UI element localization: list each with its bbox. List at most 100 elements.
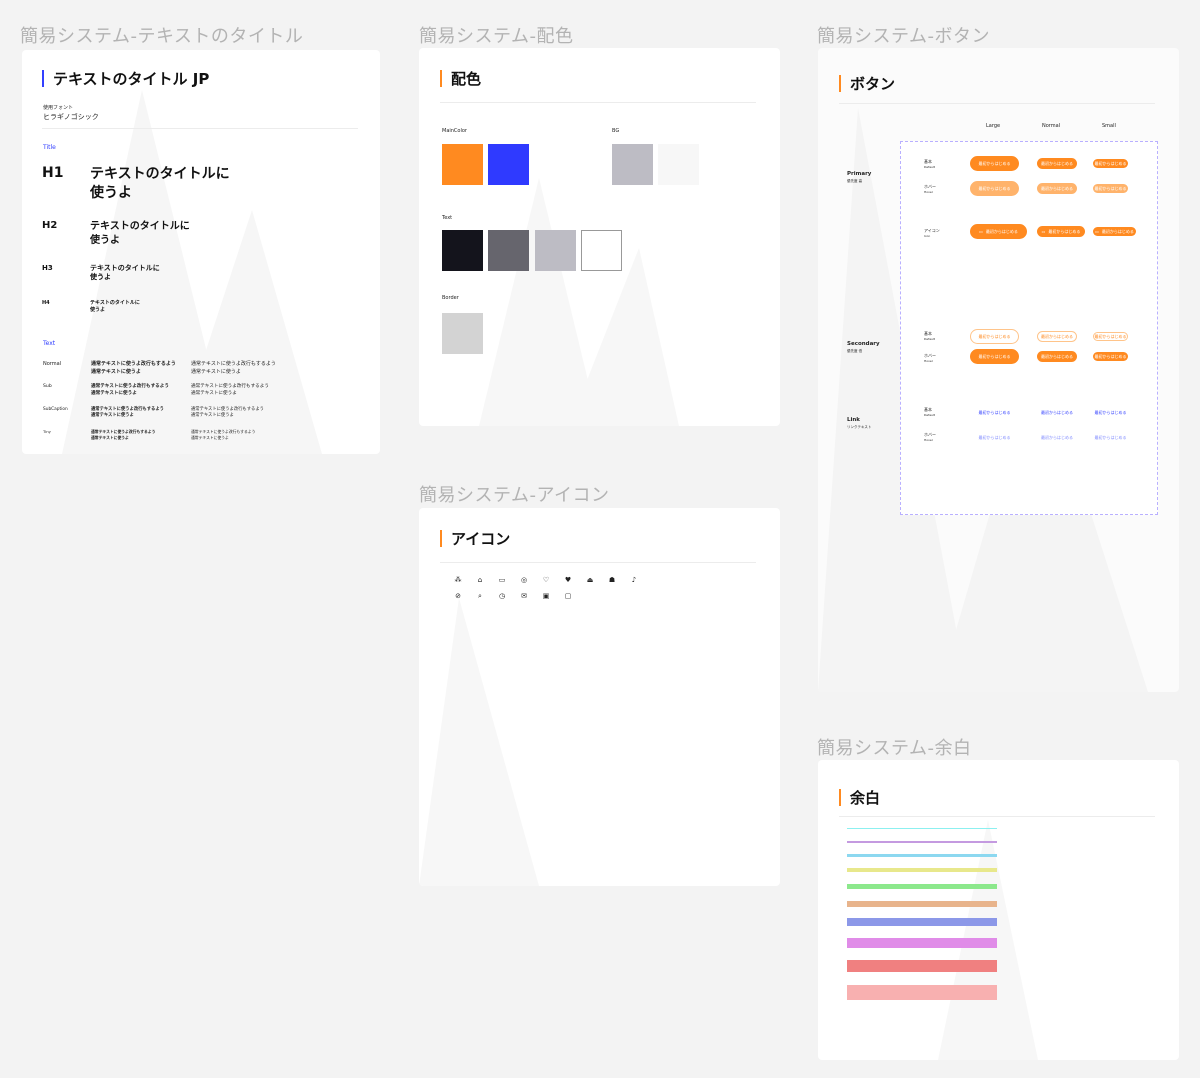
video-icon[interactable]: ▭ xyxy=(497,575,507,585)
heading-row-h1: H1 テキストのタイトルに 使うよ xyxy=(42,165,230,203)
size-label-small: Small xyxy=(1102,123,1116,129)
icon-panel: アイコン ⁂ ⌂ ▭ ◎ ♡ ♥ ⏏ ☗ ♪ ⊘ ⌕ ◷ ✉ ▣ ▢ xyxy=(419,508,780,886)
start-button[interactable]: 最初からはじめる xyxy=(970,329,1019,344)
start-button[interactable]: 最初からはじめる xyxy=(1037,183,1077,194)
mail-icon[interactable]: ✉ xyxy=(519,591,529,601)
divider xyxy=(440,102,756,103)
heading-tag: H2 xyxy=(42,220,58,231)
group-label-secondary: Secondary xyxy=(847,341,880,347)
text-sample-line: 通常テキストに使うよ xyxy=(91,368,141,375)
background-mountains xyxy=(419,598,539,886)
group-label-primary: Primary xyxy=(847,171,872,177)
text-style-row: Tiny 通常テキストに使うよ改行もするよう 通常テキストに使うよ 通常テキストに使う… xyxy=(43,429,363,447)
state-sub-label: Hover xyxy=(924,438,933,442)
page-title-text: ボタン xyxy=(850,75,896,93)
eject-icon[interactable]: ⏏ xyxy=(585,575,595,585)
heading-sample-line: テキストのタイトルに xyxy=(90,166,230,182)
frame-label-color: 簡易システム-配色 xyxy=(419,26,574,47)
heart-outline-icon[interactable]: ♡ xyxy=(541,575,551,585)
text-style-row: SubCaption 通常テキストに使うよ改行もするよう 通常テキストに使うよ 通常テ… xyxy=(43,407,363,425)
start-button[interactable]: 最初からはじめる xyxy=(1037,432,1077,443)
start-button[interactable]: 最初からはじめる xyxy=(1093,159,1128,168)
state-sub-label: Hover xyxy=(924,190,933,194)
home-icon[interactable]: ⌂ xyxy=(475,575,485,585)
spacing-stripe xyxy=(847,960,997,972)
size-label-large: Large xyxy=(986,123,1001,129)
start-button[interactable]: 最初からはじめる xyxy=(1037,407,1077,418)
text-sample-line: 通常テキストに使うよ xyxy=(91,434,129,440)
start-button[interactable]: 最初からはじめる xyxy=(1093,184,1128,193)
state-sub-label: Default xyxy=(924,413,935,417)
button-label: 最初からはじめる xyxy=(978,434,1011,440)
heading-sample-line: テキストのタイトルに xyxy=(90,221,190,232)
start-button[interactable]: 最初からはじめる xyxy=(970,156,1019,171)
divider xyxy=(42,128,358,129)
button-label: 最初からはじめる xyxy=(1101,228,1134,234)
heading-row-h2: H2 テキストのタイトルに 使うよ xyxy=(42,220,190,247)
start-button[interactable]: 最初からはじめる xyxy=(1093,408,1128,417)
text-panel: テキストのタイトル JP 使用フォント ヒラギノゴシック Title H1 テキ… xyxy=(22,50,380,454)
button-label: 最初からはじめる xyxy=(1048,228,1081,234)
text-style-name: Tiny xyxy=(43,429,51,434)
text-sample-bold: 通常テキストに使うよ改行もするよう 通常テキストに使うよ xyxy=(91,384,169,398)
size-label-normal: Normal xyxy=(1042,123,1061,129)
start-button[interactable]: 最初からはじめる xyxy=(970,181,1019,196)
button-label: 最初からはじめる xyxy=(978,353,1011,359)
video-icon: ▭ xyxy=(1041,229,1046,234)
button-label: 最初からはじめる xyxy=(978,185,1011,191)
spacing-panel: 余白 xyxy=(818,760,1179,1060)
spacing-stripe xyxy=(847,854,997,857)
start-button[interactable]: 最初からはじめる xyxy=(1093,352,1128,361)
text-sample-line: 通常テキストに使うよ改行もするよう xyxy=(191,429,256,434)
start-button[interactable]: 最初からはじめる xyxy=(1037,351,1077,362)
start-button[interactable]: 最初からはじめる xyxy=(970,349,1019,364)
title-accent-bar xyxy=(42,70,44,87)
video-icon: ▭ xyxy=(979,229,983,234)
spacing-stripe xyxy=(847,985,997,1000)
group-label-link: Link xyxy=(847,417,860,423)
block-icon[interactable]: ⊘ xyxy=(453,591,463,601)
icon-start-button[interactable]: ▭ 最初からはじめる xyxy=(970,224,1027,239)
main-color-swatch xyxy=(442,144,483,185)
bell-icon[interactable]: ♪ xyxy=(629,575,639,585)
heart-filled-icon[interactable]: ♥ xyxy=(563,575,573,585)
text-color-swatch xyxy=(535,230,576,271)
heading-tag: H3 xyxy=(42,264,53,272)
group-sub-secondary: 優先度 低 xyxy=(847,349,863,353)
folder-icon[interactable]: ▢ xyxy=(563,591,573,601)
text-sample-line: 通常テキストに使うよ改行もするよう xyxy=(91,384,169,389)
border-color-swatch xyxy=(442,313,483,354)
icon-start-button[interactable]: ▭ 最初からはじめる xyxy=(1093,227,1136,236)
text-style-row: Sub 通常テキストに使うよ改行もするよう 通常テキストに使うよ 通常テキストに使うよ… xyxy=(43,384,363,402)
house-filled-icon[interactable]: ☗ xyxy=(607,575,617,585)
heading-row-h4: H4 テキストのタイトルに 使うよ xyxy=(42,300,140,314)
button-label: 最初からはじめる xyxy=(1094,185,1127,191)
start-button[interactable]: 最初からはじめる xyxy=(1037,331,1077,342)
image-icon[interactable]: ▣ xyxy=(541,591,551,601)
search-icon[interactable]: ⌕ xyxy=(475,591,485,601)
start-button[interactable]: 最初からはじめる xyxy=(1093,332,1128,341)
button-label: 最初からはじめる xyxy=(1094,409,1127,415)
target-icon[interactable]: ◎ xyxy=(519,575,529,585)
heading-tag: H4 xyxy=(42,300,50,306)
start-button[interactable]: 最初からはじめる xyxy=(970,430,1019,445)
apps-icon[interactable]: ⁂ xyxy=(453,575,463,585)
button-label: 最初からはじめる xyxy=(978,409,1011,415)
button-label: 最初からはじめる xyxy=(1094,333,1127,339)
clock-icon[interactable]: ◷ xyxy=(497,591,507,601)
start-button[interactable]: 最初からはじめる xyxy=(1093,433,1128,442)
title-accent-bar xyxy=(839,789,841,806)
page-title-text: 配色 xyxy=(451,70,482,88)
start-button[interactable]: 最初からはじめる xyxy=(970,405,1019,420)
start-button[interactable]: 最初からはじめる xyxy=(1037,158,1077,169)
text-sample-line: 通常テキストに使うよ xyxy=(191,413,234,419)
button-label: 最初からはじめる xyxy=(1041,333,1073,339)
heading-sample: テキストのタイトルに 使うよ xyxy=(90,165,230,203)
spacing-stripe xyxy=(847,901,997,907)
text-color-label: Text xyxy=(442,215,453,221)
text-sample-line: 通常テキストに使うよ改行もするよう xyxy=(191,384,269,389)
text-sample-bold: 通常テキストに使うよ改行もするよう 通常テキストに使うよ xyxy=(91,361,176,376)
icon-start-button[interactable]: ▭ 最初からはじめる xyxy=(1037,226,1085,237)
heading-sample-line: 使うよ xyxy=(90,306,106,313)
frame-label-icon: 簡易システム-アイコン xyxy=(419,485,610,506)
